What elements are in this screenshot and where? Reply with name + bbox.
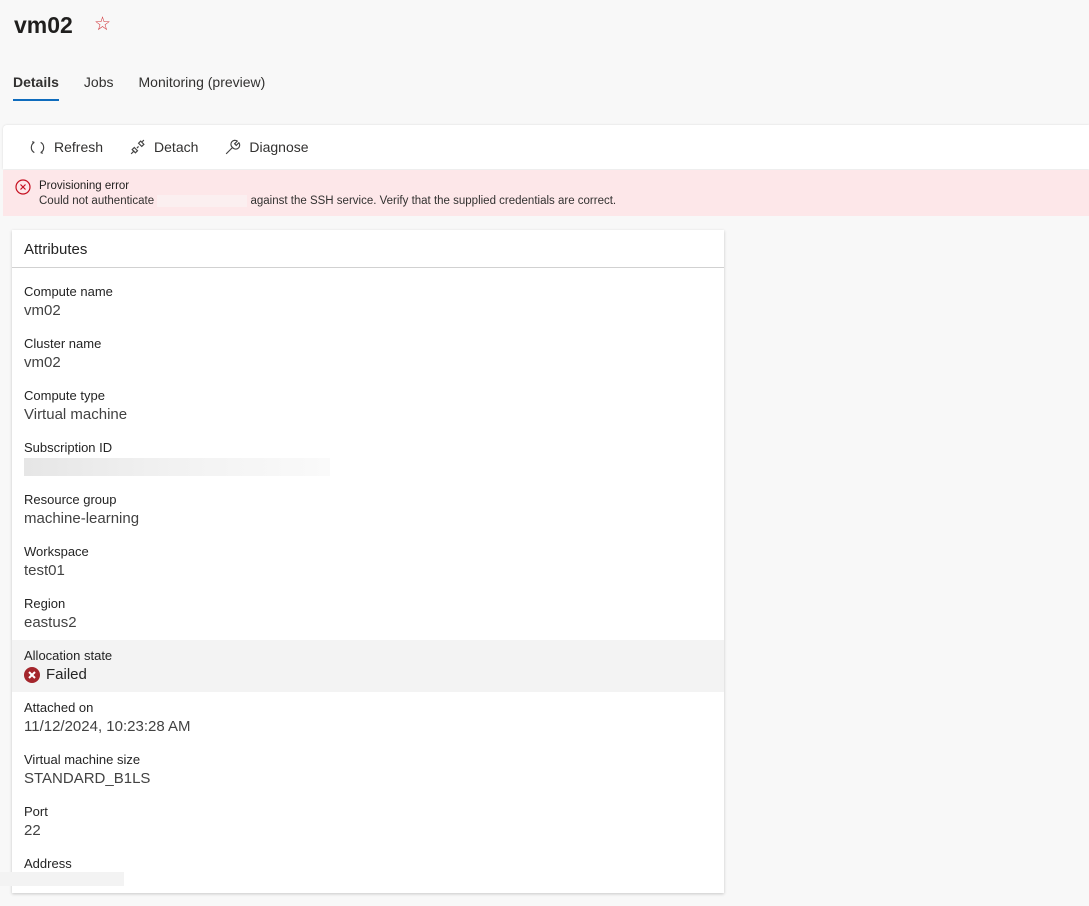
tab-monitoring[interactable]: Monitoring (preview) (139, 74, 266, 101)
diagnose-button[interactable]: Diagnose (224, 139, 309, 156)
error-banner: Provisioning error Could not authenticat… (3, 170, 1089, 216)
star-icon[interactable]: ☆ (94, 13, 111, 36)
attr-cluster-name: Cluster name vm02 (12, 328, 724, 380)
value: 11/12/2024, 10:23:28 AM (24, 718, 191, 735)
toolbar: Refresh Detach Diagnose (3, 125, 1089, 169)
value: eastus2 (24, 614, 77, 631)
attr-compute-type: Compute type Virtual machine (12, 380, 724, 432)
error-message-start: Could not authenticate (39, 195, 155, 207)
page-title: vm02 (14, 12, 73, 38)
label: Region (24, 596, 66, 611)
attr-attached-on: Attached on 11/12/2024, 10:23:28 AM (12, 692, 724, 744)
error-circle-icon (15, 179, 31, 195)
attr-subscription-id: Subscription ID (12, 432, 724, 484)
tab-jobs[interactable]: Jobs (84, 74, 114, 101)
label: Resource group (24, 492, 117, 507)
refresh-label: Refresh (54, 139, 104, 155)
redacted-username (157, 194, 248, 207)
redacted-subscription-id (24, 458, 330, 476)
refresh-icon (30, 140, 45, 154)
failed-status-icon (24, 666, 40, 683)
value: Virtual machine (24, 406, 128, 423)
label: Address (24, 856, 72, 871)
cluster-link[interactable]: vm02 (24, 354, 712, 371)
label: Attached on (24, 700, 94, 715)
detach-label: Detach (154, 139, 199, 155)
error-title: Provisioning error (39, 180, 130, 192)
detach-button[interactable]: Detach (129, 139, 198, 156)
attr-address: Address (12, 848, 724, 893)
label: Compute name (24, 284, 113, 299)
attributes-header: Attributes (12, 230, 724, 268)
label: Allocation state (24, 648, 113, 663)
unplug-icon (130, 139, 145, 154)
attributes-card: Attributes Compute name vm02 Cluster name… (12, 230, 724, 893)
tab-bar: Details Jobs Monitoring (preview) (13, 74, 265, 101)
attr-resource-group: Resource group machine-learning (12, 484, 724, 536)
label: Port (24, 804, 48, 819)
attr-port: Port 22 (12, 796, 724, 848)
label: Virtual machine size (24, 752, 141, 767)
label: Subscription ID (24, 440, 113, 455)
status-value: Failed (46, 666, 87, 683)
value: 22 (24, 822, 41, 839)
attr-region: Region eastus2 (12, 588, 724, 640)
refresh-button[interactable]: Refresh (29, 139, 103, 156)
value: machine-learning (24, 510, 140, 527)
attr-compute-name: Compute name vm02 (12, 276, 724, 328)
error-message-end: against the SSH service. Verify that the… (250, 195, 617, 207)
attr-vm-size: Virtual machine size STANDARD_B1LS (12, 744, 724, 796)
diagnose-label: Diagnose (249, 139, 309, 155)
label: Compute type (24, 388, 105, 403)
value: vm02 (24, 302, 61, 319)
label: Cluster name (24, 336, 102, 351)
attr-allocation-state: Allocation state Failed (12, 640, 724, 692)
attr-workspace: Workspace test01 (12, 536, 724, 588)
tab-details[interactable]: Details (13, 74, 59, 101)
value: test01 (24, 562, 65, 579)
wrench-icon (226, 139, 241, 154)
redacted-address (0, 872, 124, 886)
label: Workspace (24, 544, 89, 559)
value: STANDARD_B1LS (24, 770, 151, 787)
